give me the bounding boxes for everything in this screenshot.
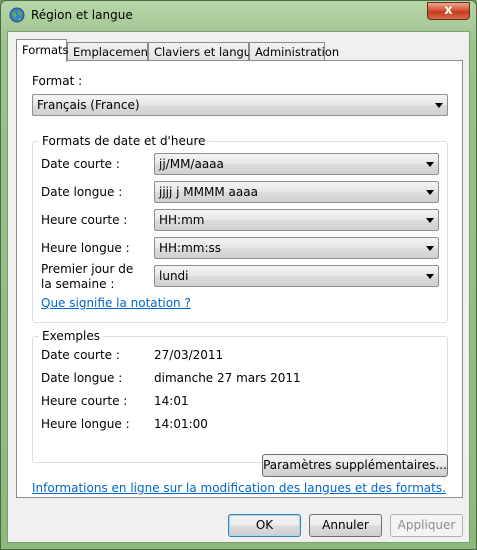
long-date-label: Date longue : <box>41 185 123 199</box>
chevron-down-icon <box>426 274 434 279</box>
example-long-date-label: Date longue : <box>41 371 123 385</box>
short-date-label: Date courte : <box>41 157 120 171</box>
tab-formats[interactable]: Formats <box>16 39 69 62</box>
online-info-link[interactable]: Informations en ligne sur la modificatio… <box>32 481 446 495</box>
date-time-formats-group: Formats de date et d'heure Date courte :… <box>32 134 448 323</box>
tab-claviers-et-langues[interactable]: Claviers et langues <box>148 42 264 61</box>
example-long-time-label: Heure longue : <box>41 417 130 431</box>
cancel-button[interactable]: Annuler <box>309 514 382 537</box>
format-select-value: Français (France) <box>37 98 140 112</box>
ok-button[interactable]: OK <box>228 514 301 537</box>
format-label: Format : <box>32 74 83 88</box>
short-date-select[interactable]: jj/MM/aaaa <box>154 153 439 175</box>
long-time-select[interactable]: HH:mm:ss <box>154 237 439 259</box>
chevron-down-icon <box>435 103 443 108</box>
first-day-select[interactable]: lundi <box>154 265 439 287</box>
dialog-client-area: Formats Emplacement Claviers et langues … <box>7 31 470 543</box>
examples-group: Exemples Date courte : 27/03/2011 Date l… <box>32 329 448 463</box>
tab-administration[interactable]: Administration <box>249 42 339 61</box>
short-time-label: Heure courte : <box>41 213 128 227</box>
close-icon: x <box>444 3 453 18</box>
title-bar[interactable]: Région et langue x <box>1 1 476 31</box>
first-day-label-line1: Premier jour de <box>41 262 134 276</box>
chevron-down-icon <box>426 246 434 251</box>
chevron-down-icon <box>426 190 434 195</box>
example-short-date-label: Date courte : <box>41 348 120 362</box>
date-time-formats-group-title: Formats de date et d'heure <box>39 134 209 148</box>
close-button[interactable]: x <box>427 2 470 20</box>
examples-group-title: Exemples <box>39 329 103 343</box>
window-title: Région et langue <box>31 8 133 22</box>
tab-emplacement[interactable]: Emplacement <box>67 42 152 61</box>
formats-tab-panel: Format : Français (France) Formats de da… <box>16 60 463 498</box>
long-time-value: HH:mm:ss <box>159 241 222 255</box>
dialog-window: Région et langue x Formats Emplacement C… <box>0 0 477 550</box>
format-select[interactable]: Français (France) <box>32 94 448 116</box>
chevron-down-icon <box>426 218 434 223</box>
example-short-time-label: Heure courte : <box>41 394 128 408</box>
first-day-value: lundi <box>159 269 189 283</box>
additional-settings-button[interactable]: Paramètres supplémentaires... <box>262 454 448 477</box>
apply-button[interactable]: Appliquer <box>390 514 463 537</box>
example-short-date-value: 27/03/2011 <box>154 348 224 362</box>
example-short-time-value: 14:01 <box>154 394 189 408</box>
long-date-value: jjjj j MMMM aaaa <box>159 185 258 199</box>
short-date-value: jj/MM/aaaa <box>159 157 224 171</box>
example-long-date-value: dimanche 27 mars 2011 <box>154 371 301 385</box>
short-time-select[interactable]: HH:mm <box>154 209 439 231</box>
long-time-label: Heure longue : <box>41 241 130 255</box>
chevron-down-icon <box>426 162 434 167</box>
short-time-value: HH:mm <box>159 213 205 227</box>
notation-help-link[interactable]: Que signifie la notation ? <box>41 296 191 310</box>
example-long-time-value: 14:01:00 <box>154 417 208 431</box>
long-date-select[interactable]: jjjj j MMMM aaaa <box>154 181 439 203</box>
first-day-label-line2: la semaine : <box>41 277 115 291</box>
globe-icon <box>9 7 25 23</box>
